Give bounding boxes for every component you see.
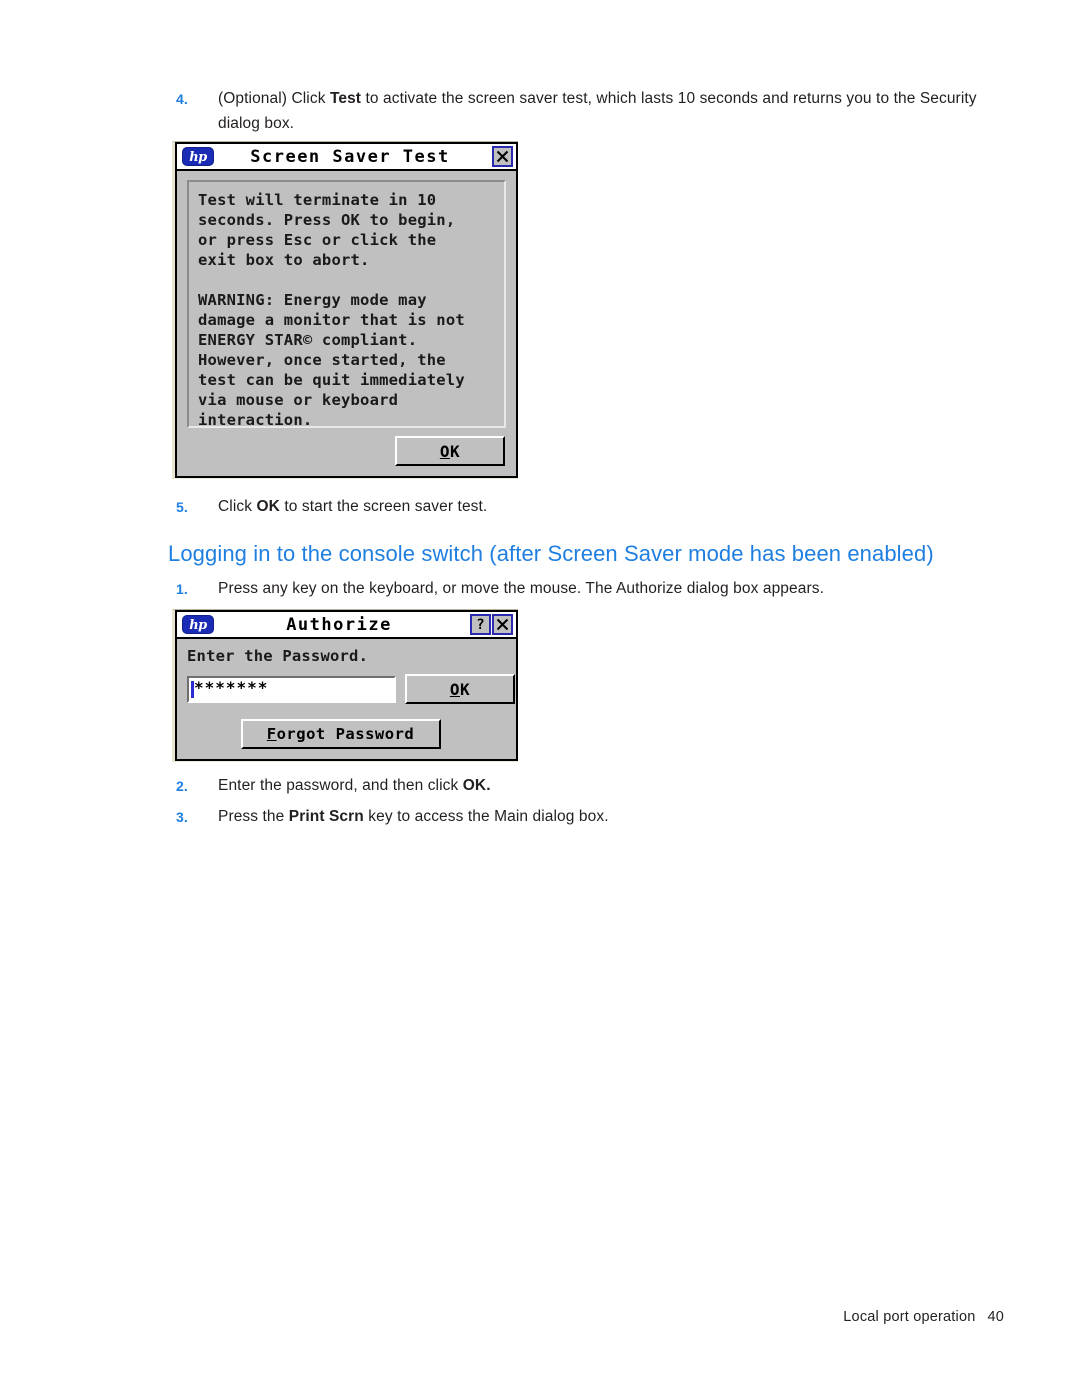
step-text: Press any key on the keyboard, or move t… [218, 576, 982, 601]
dialog-title: Authorize [286, 614, 392, 635]
forgot-password-row: Forgot Password [177, 719, 516, 749]
step-number: 5. [176, 499, 188, 515]
step-item-2: 2. Enter the password, and then click OK… [176, 773, 876, 799]
step-text-pre: Press any key on the keyboard, or move t… [218, 580, 824, 597]
dialog-message-text: Test will terminate in 10 seconds. Press… [198, 191, 465, 429]
titlebar-buttons [492, 146, 513, 167]
step-text-bold: Print Scrn [288, 808, 364, 825]
step-text: Click OK to start the screen saver test. [218, 494, 876, 519]
close-icon[interactable] [492, 614, 513, 635]
page-number: 40 [987, 1309, 1004, 1325]
hp-logo-icon: hp [182, 615, 214, 634]
screen-saver-test-dialog: hp Screen Saver Test Test will terminate… [175, 142, 518, 478]
forgot-button-rest: orgot Password [276, 725, 415, 743]
step-text: Press the Print Scrn key to access the M… [218, 804, 936, 829]
close-icon[interactable] [492, 146, 513, 167]
step-text-pre: Enter the password, and then click [218, 777, 463, 794]
authorize-dialog: hp Authorize ? Enter the Password. *****… [175, 610, 518, 761]
step-text-pre: (Optional) Click [218, 90, 330, 107]
document-page: 4. (Optional) Click Test to activate the… [0, 0, 1080, 1397]
ok-button-rest: K [450, 441, 461, 461]
step-item-1: 1. Press any key on the keyboard, or mov… [176, 576, 982, 602]
section-heading: Logging in to the console switch (after … [168, 541, 934, 566]
footer-label: Local port operation [843, 1309, 976, 1325]
dialog-titlebar: hp Authorize ? [177, 612, 516, 639]
forgot-button-accel: F [266, 725, 277, 743]
step-item-4: 4. (Optional) Click Test to activate the… [176, 86, 982, 136]
dialog-titlebar: hp Screen Saver Test [177, 144, 516, 171]
step-item-3: 3. Press the Print Scrn key to access th… [176, 804, 936, 830]
step-item-5: 5. Click OK to start the screen saver te… [176, 494, 876, 520]
step-text-post: to start the screen saver test. [279, 498, 488, 515]
step-text: (Optional) Click Test to activate the sc… [218, 86, 982, 136]
dialog-title: Screen Saver Test [250, 146, 450, 167]
step-number: 4. [176, 91, 188, 107]
password-value: ******* [194, 677, 269, 697]
password-label: Enter the Password. [187, 647, 369, 665]
help-icon[interactable]: ? [470, 614, 491, 635]
ok-button-accel: O [449, 679, 460, 699]
titlebar-buttons: ? [470, 614, 513, 635]
ok-button[interactable]: OK [395, 436, 505, 466]
step-text-pre: Press the [218, 808, 289, 825]
password-input[interactable]: ******* [187, 675, 396, 703]
step-text-bold: Test [329, 90, 362, 107]
forgot-password-button[interactable]: Forgot Password [240, 719, 441, 749]
screen-saver-test-dialog-frame: hp Screen Saver Test Test will terminate… [172, 141, 518, 479]
ok-button-rest: K [460, 679, 471, 699]
step-text-post: key to access the Main dialog box. [363, 808, 609, 825]
step-number: 3. [176, 809, 188, 825]
step-number: 1. [176, 581, 188, 597]
authorize-dialog-frame: hp Authorize ? Enter the Password. *****… [172, 609, 518, 762]
step-text: Enter the password, and then click OK. [218, 773, 876, 798]
ok-button-accel: O [439, 441, 450, 461]
step-number: 2. [176, 778, 188, 794]
page-footer: Local port operation 40 [843, 1309, 1004, 1325]
dialog-button-bar: OK [177, 430, 516, 472]
dialog-message-panel: Test will terminate in 10 seconds. Press… [187, 180, 506, 429]
ok-button[interactable]: OK [405, 674, 515, 704]
hp-logo-icon: hp [182, 147, 214, 166]
password-row: ******* OK [187, 674, 516, 704]
step-text-bold: OK. [462, 777, 491, 794]
step-text-bold: OK [256, 498, 280, 515]
step-text-pre: Click [218, 498, 257, 515]
